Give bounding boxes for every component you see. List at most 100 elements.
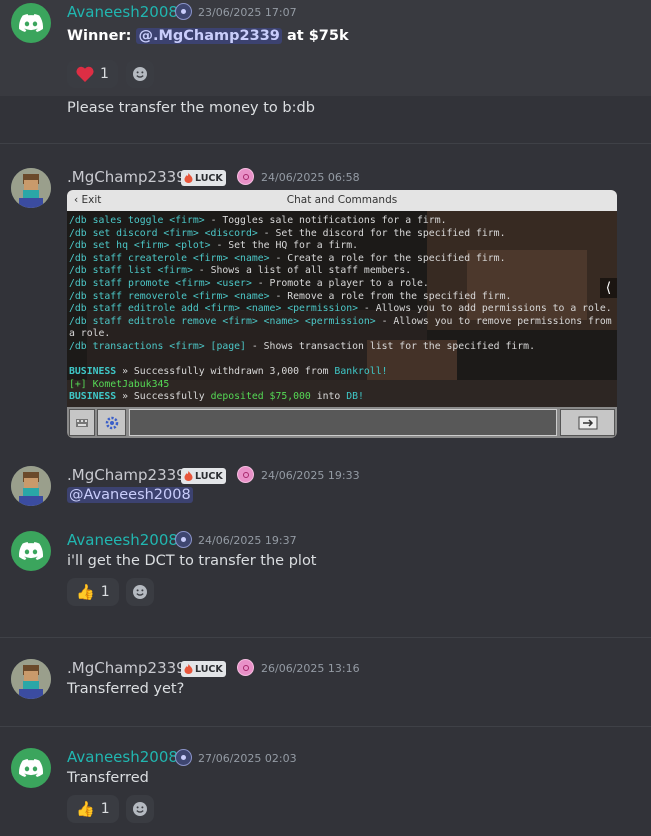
chat-input[interactable] [129,409,557,436]
chat-log-line: /db staff promote <firm> <user> - Promot… [69,278,617,291]
author-name[interactable]: Avaneesh2008 [67,531,178,549]
chat-log-segment: into [310,391,347,403]
heart-icon [76,66,94,82]
keyboard-icon [76,418,88,427]
message-content: Winner: @.MgChamp2339 at $75k [67,28,349,44]
author-name[interactable]: .MgChamp2339 [67,466,186,484]
chat-log-segment: - Allows you to add permissions to a rol… [358,303,612,315]
chat-log-segment: /db sales toggle <firm> [69,215,205,226]
chat-log-segment: [+] KometJabuk345 [69,378,170,390]
author-name[interactable]: .MgChamp2339 [67,168,186,186]
chat-log-line: /db staff editrole remove <firm> <name> … [69,316,617,329]
chat-log-segment: Bankroll! [334,366,388,378]
chat-log-segment: deposited $75,000 [210,391,311,403]
chat-log-segment: /db set hq <firm> <plot> [69,240,211,252]
winner-amount: at $75k [286,28,349,44]
chat-log-segment: - Set the discord for the specified firm… [257,227,506,239]
guild-tag[interactable]: LUCK [181,468,226,484]
timestamp[interactable]: 23/06/2025 17:07 [198,6,297,19]
user-mention[interactable]: @Avaneesh2008 [67,487,193,503]
discord-logo-icon [19,14,43,32]
chat-log-segment: - Toggles sale notifications for a firm. [204,215,447,226]
chat-log-segment: - Allows you to remove permissions from [375,315,612,327]
chat-log-segment: » Successfully [116,391,211,403]
chat-log-line: /db staff editrole add <firm> <name> <pe… [69,303,617,316]
chat-log-line: /db set hq <firm> <plot> - Set the HQ fo… [69,240,617,253]
user-mention[interactable]: @.MgChamp2339 [136,28,282,44]
thumbs-up-icon: 👍 [76,583,95,601]
timestamp[interactable]: 27/06/2025 02:03 [198,752,297,765]
keyboard-button[interactable] [69,409,95,436]
chat-log-line: /db staff list <firm> - Shows a list of … [69,265,617,278]
message-content: Please transfer the money to b:db [67,100,315,116]
discord-logo-icon [19,759,43,777]
guild-tag-label: LUCK [195,172,223,184]
message-content: @Avaneesh2008 [67,487,193,503]
thumbs-up-reaction[interactable]: 👍 1 [67,795,119,823]
chat-log-segment: - Shows transaction list for the specifi… [245,340,535,352]
author-name[interactable]: Avaneesh2008 [67,3,178,21]
heart-reaction[interactable]: 1 [67,60,118,88]
add-reaction-button[interactable] [126,60,154,88]
chat-log-segment: /db staff removerole <firm> <name> [69,290,270,302]
server-badge-icon[interactable] [175,531,192,548]
chat-log-line: a role. [69,328,617,341]
guild-tag[interactable]: LUCK [181,661,226,677]
server-badge-icon[interactable] [175,3,192,20]
chat-log: /db sales toggle <firm> - Toggles sale n… [69,215,617,404]
author-name[interactable]: .MgChamp2339 [67,659,186,677]
server-badge-icon[interactable] [175,749,192,766]
reaction-count: 1 [100,801,110,817]
chat-log-segment: /db staff createrole <firm> <name> [69,252,270,264]
smiley-icon [133,585,147,599]
chat-log-line: BUSINESS » Successfully withdrawn 3,000 … [69,366,617,379]
minecraft-avatar[interactable] [11,168,51,208]
chat-log-segment: BUSINESS [69,366,117,378]
guild-tag-label: LUCK [195,663,223,675]
settings-button[interactable] [97,409,126,436]
chat-log-segment: /db set discord <firm> <discord> [69,227,258,239]
discord-avatar[interactable] [11,748,51,788]
winner-label: Winner: [67,28,132,44]
add-reaction-button[interactable] [126,795,154,823]
chat-log-line: /db set discord <firm> <discord> - Set t… [69,228,617,241]
add-reaction-button[interactable] [126,578,154,606]
guild-tag[interactable]: LUCK [181,170,226,186]
divider [0,726,651,727]
chat-log-line: /db sales toggle <firm> - Toggles sale n… [69,215,617,228]
chat-log-segment: DB! [346,391,364,403]
scroll-arrow-icon[interactable]: ⟨ [600,278,617,298]
smiley-icon [133,67,147,81]
flame-icon [184,664,193,674]
chat-log-line: BUSINESS » Successfully deposited $75,00… [69,391,617,404]
reaction-count: 1 [100,66,109,82]
chat-log-segment: - Create a role for the specified firm. [269,252,506,264]
nitro-badge-icon[interactable] [237,659,254,676]
timestamp[interactable]: 24/06/2025 06:58 [261,171,360,184]
minecraft-avatar[interactable] [11,466,51,506]
avatar-image [11,659,51,699]
divider [0,143,651,144]
chat-log-line [69,354,617,367]
nitro-badge-icon[interactable] [237,168,254,185]
image-attachment[interactable]: ‹ Exit Chat and Commands /db sales toggl… [67,190,617,438]
nitro-badge-icon[interactable] [237,466,254,483]
minecraft-avatar[interactable] [11,659,51,699]
chat-log-segment: » Successfully withdrawn 3,000 from [116,366,335,378]
send-icon [578,416,597,429]
guild-tag-label: LUCK [195,470,223,482]
author-name[interactable]: Avaneesh2008 [67,748,178,766]
discord-avatar[interactable] [11,531,51,571]
timestamp[interactable]: 24/06/2025 19:37 [198,534,297,547]
message-content: Transferred [67,770,149,786]
chat-log-segment: - Promote a player to a role. [251,277,429,289]
send-button[interactable] [560,409,615,436]
timestamp[interactable]: 24/06/2025 19:33 [261,469,360,482]
chat-log-line: /db staff removerole <firm> <name> - Rem… [69,291,617,304]
chat-title: Chat and Commands [286,194,398,206]
flame-icon [184,173,193,183]
chat-log-segment: /db staff list <firm> [69,265,193,277]
discord-avatar[interactable] [11,3,51,43]
timestamp[interactable]: 26/06/2025 13:16 [261,662,360,675]
thumbs-up-reaction[interactable]: 👍 1 [67,578,119,606]
